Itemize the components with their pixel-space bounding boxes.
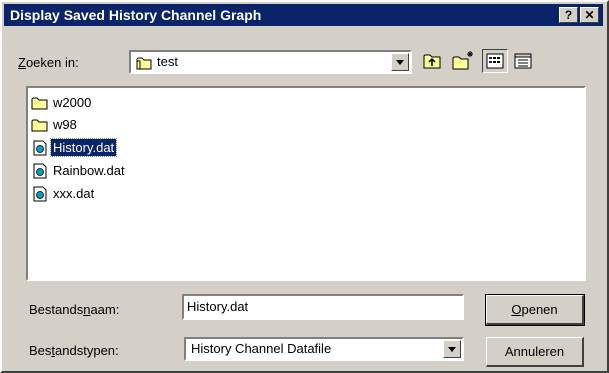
new-folder-icon <box>452 51 473 70</box>
filename-field[interactable] <box>182 294 464 320</box>
up-one-level-icon <box>423 54 441 69</box>
help-icon: ? <box>564 8 573 22</box>
help-button[interactable]: ? <box>559 7 578 23</box>
filetype-value: History Channel Datafile <box>191 341 332 356</box>
details-view-icon <box>514 53 532 69</box>
lookin-dropdown-button[interactable] <box>391 53 409 71</box>
data-file-icon <box>33 163 47 179</box>
data-file-icon <box>33 186 47 202</box>
folder-icon <box>136 57 152 70</box>
open-file-dialog: Display Saved History Channel Graph ? ✕ … <box>0 0 609 373</box>
lookin-combobox[interactable]: test <box>129 50 412 74</box>
list-view-icon <box>486 53 504 69</box>
open-button[interactable]: Openen <box>485 294 585 326</box>
data-file-icon <box>33 140 47 156</box>
close-icon: ✕ <box>584 8 595 22</box>
filetype-combobox[interactable]: History Channel Datafile <box>184 337 464 361</box>
folder-icon <box>31 119 48 132</box>
window-title: Display Saved History Channel Graph <box>10 7 262 23</box>
details-view-button[interactable] <box>510 49 536 73</box>
filetype-label: Bestandstypen: <box>29 343 119 358</box>
up-one-level-button[interactable] <box>419 49 445 73</box>
folder-icon <box>31 97 48 110</box>
cancel-button[interactable]: Annuleren <box>486 337 584 367</box>
filename-input[interactable] <box>187 299 447 314</box>
file-list[interactable]: w2000 w98 History.dat Rainbow.dat xxx.da… <box>26 86 586 281</box>
close-button[interactable]: ✕ <box>580 7 599 23</box>
filename-label: Bestandsnaam: <box>29 302 120 317</box>
lookin-value: test <box>157 54 178 69</box>
title-bar[interactable]: Display Saved History Channel Graph ? ✕ <box>4 4 603 26</box>
filetype-dropdown-button[interactable] <box>443 340 461 358</box>
new-folder-button[interactable] <box>450 49 476 73</box>
lookin-label: Zoeken in: <box>18 55 79 70</box>
list-view-button[interactable] <box>482 49 508 73</box>
